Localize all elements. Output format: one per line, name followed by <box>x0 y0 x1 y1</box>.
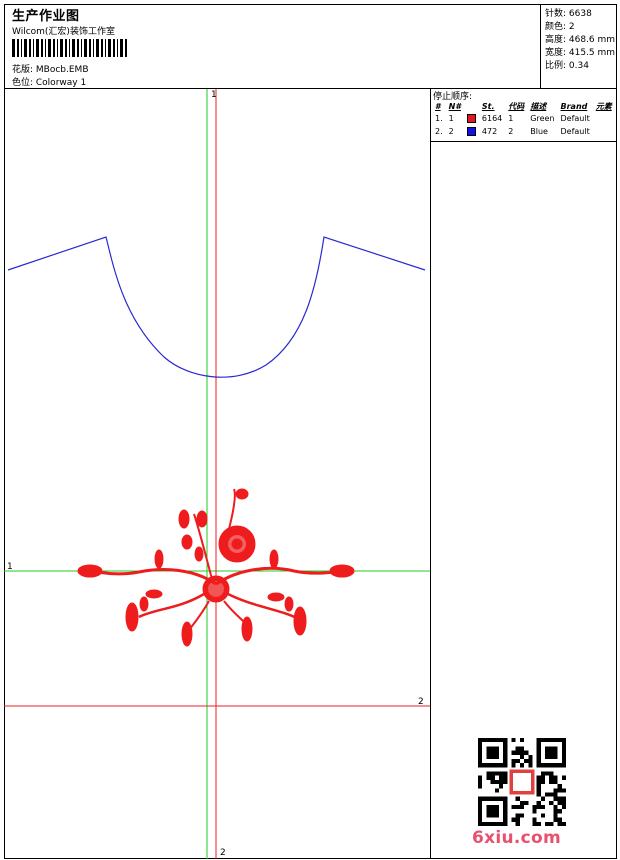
company-name: Wilcom(汇宏)装饰工作室 <box>12 27 115 37</box>
stitch-count: 针数: 6638 <box>545 9 592 19</box>
row-brand: Default <box>560 127 590 136</box>
swatch-red <box>466 114 476 123</box>
row-brand: Default <box>560 114 590 123</box>
col-hash: # <box>435 102 441 111</box>
col-stitches: St. <box>481 102 495 111</box>
design-width: 宽度: 415.5 mm <box>545 48 616 58</box>
axis-label-right: 2 <box>418 697 424 707</box>
worksheet-header: 生产作业图 Wilcom(汇宏)装饰工作室 花版: MBocb.EMB 色位: … <box>4 4 617 89</box>
swatch-blue <box>466 127 476 136</box>
row-code: 1 <box>508 114 514 123</box>
row-stitches: 6164 <box>481 114 503 123</box>
col-desc: 描述 <box>530 102 547 111</box>
axis-label-bottom: 2 <box>220 848 226 858</box>
page-title: 生产作业图 <box>12 9 80 24</box>
axis-label-left: 1 <box>7 562 13 572</box>
color-table: # N# St. 代码 描述 Brand 元素 1. 1 6164 1 Gree… <box>432 101 615 138</box>
design-file: 花版: MBocb.EMB <box>12 65 89 75</box>
panel-divider <box>431 141 617 142</box>
table-row[interactable]: 1. 1 6164 1 Green Default <box>432 112 615 125</box>
stats-panel: 针数: 6638 颜色: 2 高度: 468.6 mm 宽度: 415.5 mm… <box>540 4 617 89</box>
col-brand: Brand <box>560 102 588 111</box>
axis-label-top: 1 <box>211 90 217 100</box>
barcode-icon <box>12 39 127 57</box>
row-stitches: 472 <box>481 127 498 136</box>
design-height: 高度: 468.6 mm <box>545 35 616 45</box>
color-table-header: # N# St. 代码 描述 Brand 元素 <box>432 101 615 112</box>
col-element: 元素 <box>595 102 612 111</box>
col-swatch <box>464 101 479 112</box>
design-scale: 比例: 0.34 <box>545 61 589 71</box>
row-n: 2 <box>448 127 454 136</box>
color-count: 颜色: 2 <box>545 22 575 32</box>
color-swatch <box>464 112 479 125</box>
header-info: 生产作业图 Wilcom(汇宏)装饰工作室 花版: MBocb.EMB 色位: … <box>8 4 544 89</box>
design-canvas[interactable]: 1 1 2 2 <box>4 89 431 859</box>
design-preview: 1 1 2 2 <box>4 89 430 859</box>
row-code: 2 <box>508 127 514 136</box>
table-row[interactable]: 2. 2 472 2 Blue Default <box>432 125 615 138</box>
col-n: N# <box>448 102 461 111</box>
row-desc: Blue <box>530 127 548 136</box>
row-num: 1. <box>435 114 443 123</box>
row-n: 1 <box>448 114 454 123</box>
qr-code-icon <box>478 738 566 826</box>
row-desc: Green <box>530 114 555 123</box>
watermark-logo: 6xiu.com <box>472 828 562 848</box>
colorway-label: 色位: Colorway 1 <box>12 78 87 88</box>
col-code: 代码 <box>508 102 525 111</box>
color-swatch <box>464 125 479 138</box>
row-num: 2. <box>435 127 443 136</box>
